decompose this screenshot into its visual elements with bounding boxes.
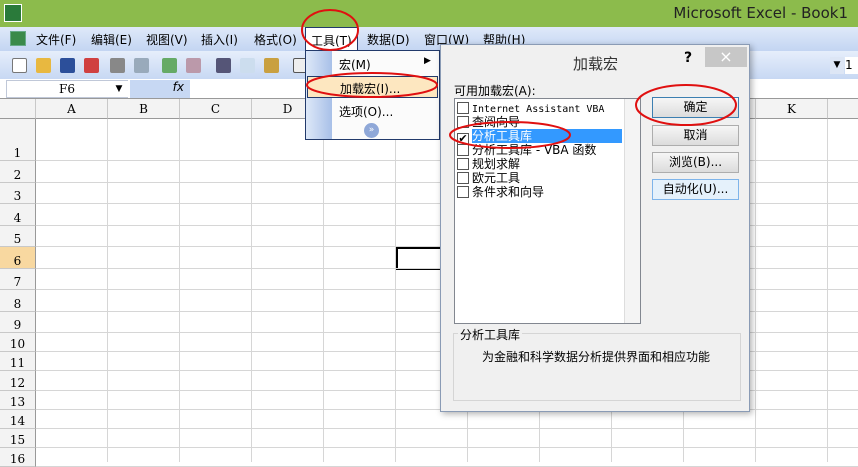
addin-checkbox[interactable] — [457, 102, 469, 114]
title-bar: Microsoft Excel - Book1 — [0, 0, 858, 27]
paste-icon[interactable] — [264, 58, 279, 73]
font-size-field[interactable]: 1 — [845, 57, 858, 74]
menu-file[interactable]: 文件(F) — [36, 31, 76, 48]
copy-icon[interactable] — [240, 58, 255, 73]
row-header[interactable]: 2 — [0, 161, 36, 183]
window-title: Microsoft Excel - Book1 — [673, 4, 848, 22]
row-header[interactable]: 16 — [0, 448, 36, 467]
menu-data[interactable]: 数据(D) — [367, 31, 410, 48]
insert-function-button[interactable]: fx — [130, 80, 190, 98]
expand-menu-chevron-icon[interactable]: » — [364, 123, 379, 138]
select-all-corner[interactable] — [0, 99, 36, 119]
addin-item[interactable]: 分析工具库 - VBA 函数 — [457, 143, 623, 157]
menu-tools[interactable]: 工具(T) — [305, 27, 358, 51]
addin-label: 分析工具库 - VBA 函数 — [472, 143, 597, 157]
column-header[interactable]: C — [180, 99, 252, 119]
row-header[interactable]: 13 — [0, 390, 36, 410]
automation-button[interactable]: 自动化(U)... — [652, 179, 739, 200]
column-header[interactable]: L — [828, 99, 858, 119]
permission-icon[interactable] — [84, 58, 99, 73]
row-header[interactable]: 9 — [0, 311, 36, 333]
menu-edit[interactable]: 编辑(E) — [91, 31, 132, 48]
submenu-arrow-icon: ▶ — [424, 56, 431, 66]
addin-checkbox[interactable] — [457, 144, 469, 156]
help-button[interactable]: ? — [684, 50, 692, 66]
cut-icon[interactable] — [216, 58, 231, 73]
spelling-icon[interactable] — [162, 58, 177, 73]
gridline — [107, 119, 108, 462]
menu-item-addins[interactable]: 加载宏(I)... — [307, 76, 438, 98]
save-icon[interactable] — [60, 58, 75, 73]
dialog-title: 加载宏 — [573, 55, 619, 73]
open-icon[interactable] — [36, 58, 51, 73]
addin-label: 规划求解 — [472, 157, 521, 171]
gridline — [827, 119, 828, 462]
gridline — [36, 428, 858, 429]
row-header[interactable]: 15 — [0, 429, 36, 449]
menu-item-addins-label: 加载宏(I)... — [340, 82, 401, 96]
description-title: 分析工具库 — [458, 326, 523, 343]
tools-menu-dropdown: 宏(M) ▶ 加载宏(I)... 选项(O)... » — [305, 50, 440, 140]
menu-format[interactable]: 格式(O) — [254, 31, 297, 48]
column-header[interactable]: A — [36, 99, 108, 119]
gridline — [36, 447, 858, 449]
browse-button[interactable]: 浏览(B)... — [652, 152, 739, 173]
row-header[interactable]: 12 — [0, 371, 36, 391]
addins-list-label: 可用加载宏(A): — [454, 84, 536, 98]
addin-label: 查阅向导 — [472, 115, 521, 129]
menu-view[interactable]: 视图(V) — [146, 31, 188, 48]
excel-logo-icon — [4, 4, 22, 22]
gridline — [251, 119, 252, 462]
print-icon[interactable] — [110, 58, 125, 73]
addins-listbox[interactable]: Internet Assistant VBA 查阅向导 ✔ 分析工具库 分析工具库 - … — [454, 98, 641, 324]
addin-checkbox[interactable] — [457, 172, 469, 184]
addin-checkbox[interactable] — [457, 158, 469, 170]
row-header[interactable]: 6 — [0, 247, 36, 269]
name-box-dropdown-icon[interactable]: ▼ — [110, 81, 128, 97]
addin-item[interactable]: ✔ 分析工具库 — [457, 129, 623, 145]
menu-insert[interactable]: 插入(I) — [201, 31, 238, 48]
description-text: 为金融和科学数据分析提供界面和相应功能 — [482, 350, 711, 364]
gridline — [395, 119, 396, 462]
row-header[interactable]: 10 — [0, 333, 36, 353]
addin-checkbox[interactable] — [457, 116, 469, 128]
addin-label: Internet Assistant VBA — [472, 104, 605, 115]
gridline — [323, 119, 324, 462]
column-header[interactable]: B — [108, 99, 180, 119]
row-header[interactable]: 14 — [0, 409, 36, 429]
print-preview-icon[interactable] — [134, 58, 149, 73]
column-header[interactable]: K — [756, 99, 828, 119]
workbook-icon — [10, 31, 26, 46]
close-button[interactable]: × — [705, 47, 747, 67]
row-header[interactable]: 5 — [0, 225, 36, 247]
menu-item-macro[interactable]: 宏(M) — [339, 56, 371, 73]
addin-label: 欧元工具 — [472, 171, 521, 185]
row-header[interactable]: 7 — [0, 268, 36, 290]
row-header[interactable]: 8 — [0, 290, 36, 312]
font-size-dropdown-icon[interactable]: ▼ — [830, 57, 844, 74]
menu-item-options[interactable]: 选项(O)... — [339, 103, 393, 120]
addin-item[interactable]: 条件求和向导 — [457, 185, 623, 199]
research-icon[interactable] — [186, 58, 201, 73]
addin-label: 条件求和向导 — [472, 185, 545, 199]
row-header[interactable]: 4 — [0, 204, 36, 226]
addins-dialog: 加载宏 ? × 可用加载宏(A): Internet Assistant VBA… — [440, 44, 750, 412]
row-header[interactable]: 3 — [0, 182, 36, 204]
addin-item[interactable]: 欧元工具 — [457, 171, 623, 185]
description-group: 分析工具库 为金融和科学数据分析提供界面和相应功能 — [453, 326, 741, 401]
addin-item[interactable]: Internet Assistant VBA — [457, 101, 623, 115]
row-header[interactable]: 1 — [0, 119, 36, 161]
row-header[interactable]: 11 — [0, 352, 36, 372]
addin-item[interactable]: 规划求解 — [457, 157, 623, 171]
addin-label: 分析工具库 — [472, 129, 622, 143]
listbox-scrollbar[interactable] — [624, 99, 640, 323]
cancel-button[interactable]: 取消 — [652, 125, 739, 146]
addin-checkbox[interactable] — [457, 186, 469, 198]
gridline — [179, 119, 180, 462]
gridline — [755, 119, 756, 462]
addin-item[interactable]: 查阅向导 — [457, 115, 623, 129]
ok-button[interactable]: 确定 — [652, 97, 739, 118]
new-icon[interactable] — [12, 58, 27, 73]
